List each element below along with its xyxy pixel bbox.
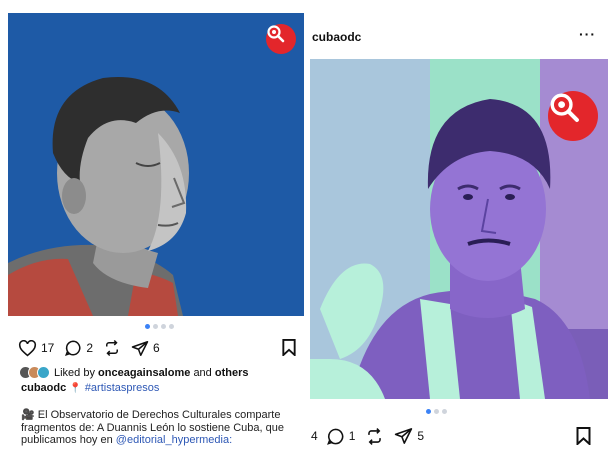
post-image-right[interactable] bbox=[310, 59, 608, 399]
bookmark-icon bbox=[576, 427, 591, 447]
comment-button[interactable]: 1 bbox=[326, 427, 356, 446]
mention-link[interactable]: @editorial_hypermedia: bbox=[116, 434, 232, 446]
carousel-dot[interactable] bbox=[442, 409, 447, 414]
like-button[interactable]: 17 bbox=[18, 339, 55, 357]
comment-icon bbox=[65, 340, 81, 356]
liked-and: and bbox=[193, 366, 212, 379]
repost-button[interactable] bbox=[103, 339, 121, 357]
save-button[interactable] bbox=[576, 427, 591, 450]
repost-icon bbox=[106, 339, 119, 357]
carousel-dot[interactable] bbox=[161, 324, 166, 329]
post-actions: 17 2 6 bbox=[18, 338, 300, 358]
send-icon bbox=[131, 340, 149, 356]
comment-count: 2 bbox=[86, 341, 94, 355]
post-actions: 4 1 5 bbox=[311, 426, 595, 447]
liked-prefix: Liked by bbox=[54, 366, 95, 379]
caption-header: cubaodc 📍 #artistaspresos bbox=[21, 382, 159, 394]
right-post: cubaodc ··· 4 1 5 bbox=[306, 0, 614, 462]
save-button[interactable] bbox=[282, 339, 296, 361]
like-count: 17 bbox=[41, 341, 55, 355]
liker-avatars bbox=[19, 366, 51, 379]
left-post: 17 2 6 Liked by onceagainsalome and othe… bbox=[0, 0, 306, 462]
liked-others-link[interactable]: others bbox=[215, 367, 249, 379]
magnifier-handcuff-icon[interactable] bbox=[548, 91, 598, 141]
more-options-button[interactable]: ··· bbox=[579, 26, 596, 42]
caption-text: 🎥 El Observatorio de Derechos Culturales… bbox=[21, 409, 301, 447]
portrait-illustration bbox=[8, 13, 304, 316]
carousel-dot[interactable] bbox=[434, 409, 439, 414]
magnifier-handcuff-icon[interactable] bbox=[266, 24, 296, 54]
carousel-dot[interactable] bbox=[153, 324, 158, 329]
carousel-indicator bbox=[145, 324, 174, 329]
post-image-left[interactable] bbox=[8, 13, 304, 316]
post-username[interactable]: cubaodc bbox=[312, 30, 361, 44]
comment-count: 1 bbox=[348, 429, 356, 443]
share-count: 5 bbox=[417, 429, 425, 443]
carousel-dot[interactable] bbox=[145, 324, 150, 329]
comment-icon bbox=[326, 428, 344, 445]
carousel-dot[interactable] bbox=[169, 324, 174, 329]
send-icon bbox=[395, 428, 413, 444]
carousel-indicator bbox=[426, 409, 447, 414]
hashtag-link[interactable]: #artistaspresos bbox=[85, 382, 160, 394]
comment-button[interactable]: 2 bbox=[64, 339, 93, 357]
pin-icon: 📍 bbox=[69, 383, 82, 394]
heart-icon bbox=[18, 339, 37, 356]
liked-by-row[interactable]: Liked by onceagainsalome and others bbox=[19, 366, 248, 379]
share-button[interactable]: 6 bbox=[131, 340, 160, 357]
like-count: 4 bbox=[311, 429, 318, 443]
liked-user-link[interactable]: onceagainsalome bbox=[98, 367, 190, 379]
bookmark-icon bbox=[282, 339, 296, 358]
share-button[interactable]: 5 bbox=[394, 427, 424, 445]
share-count: 6 bbox=[153, 341, 160, 355]
avatar bbox=[37, 366, 50, 379]
repost-button[interactable] bbox=[365, 427, 384, 446]
carousel-dot[interactable] bbox=[426, 409, 431, 414]
repost-icon bbox=[368, 427, 382, 445]
username-link[interactable]: cubaodc bbox=[21, 382, 66, 394]
